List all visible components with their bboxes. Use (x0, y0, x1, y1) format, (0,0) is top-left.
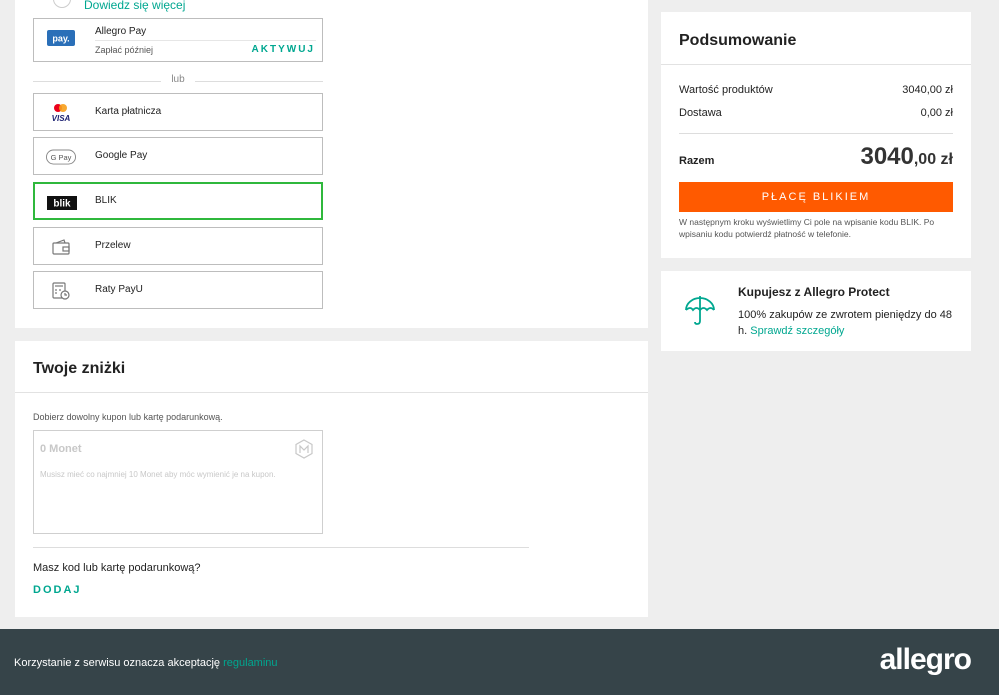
pay-with-blik-button[interactable]: PŁACĘ BLIKIEM (679, 182, 953, 212)
allegro-logo[interactable]: allegro (880, 643, 972, 677)
row-value: 0,00 zł (920, 107, 953, 119)
protect-card: Kupujesz z Allegro Protect 100% zakupów … (661, 271, 971, 351)
payment-option-card[interactable]: VISA Karta płatnicza (33, 93, 323, 131)
payment-option-label: BLIK (95, 195, 117, 206)
discounts-hint: Dobierz dowolny kupon lub kartę podarunk… (33, 412, 223, 422)
footer-text: Korzystanie z serwisu oznacza akceptację… (14, 657, 278, 669)
summary-title: Podsumowanie (679, 32, 797, 49)
or-separator: lub (33, 74, 323, 88)
row-label: Wartość produktów (679, 84, 773, 96)
svg-text:G Pay: G Pay (51, 153, 72, 162)
coupon-desc: Musisz mieć co najmniej 10 Monet aby móc… (40, 470, 276, 479)
divider (679, 133, 953, 134)
monety-coupon: 0 Monet Musisz mieć co najmniej 10 Monet… (33, 430, 323, 534)
payment-option-transfer[interactable]: Przelew (33, 227, 323, 265)
discounts-card: Twoje zniżki Dobierz dowolny kupon lub k… (15, 341, 648, 617)
mastercard-visa-icon: VISA (46, 104, 76, 123)
protect-details-link[interactable]: Sprawdź szczegóły (750, 325, 844, 337)
coupon-amount: 0 Monet (40, 443, 82, 455)
or-label: lub (171, 74, 185, 85)
footer-text-label: Korzystanie z serwisu oznacza akceptację (14, 657, 221, 669)
wallet-icon (46, 238, 76, 256)
divider (33, 547, 529, 548)
summary-card: Podsumowanie Wartość produktów 3040,00 z… (661, 12, 971, 258)
footer: Korzystanie z serwisu oznacza akceptację… (0, 629, 999, 695)
divider (661, 64, 971, 65)
terms-link[interactable]: regulaminu (223, 657, 277, 669)
row-label: Dostawa (679, 107, 722, 119)
payment-option-label: Google Pay (95, 150, 148, 161)
add-code-button[interactable]: DODAJ (33, 584, 82, 596)
payment-option-google-pay[interactable]: G Pay Google Pay (33, 137, 323, 175)
total-label: Razem (679, 155, 715, 167)
summary-row-products: Wartość produktów 3040,00 zł (679, 84, 953, 96)
payment-option-label: Karta płatnicza (95, 106, 162, 117)
google-pay-icon: G Pay (46, 148, 76, 166)
total-decimal: ,00 zł (913, 151, 953, 168)
gift-code-question: Masz kod lub kartę podarunkową? (33, 562, 201, 574)
row-value: 3040,00 zł (902, 84, 953, 96)
umbrella-icon (683, 293, 717, 327)
divider (95, 40, 316, 41)
payment-methods-card: Dowiedz się więcej pay. Allegro Pay Zapł… (15, 0, 648, 328)
allegro-pay-sub: Zapłać później (95, 45, 154, 55)
svg-text:VISA: VISA (52, 114, 71, 123)
divider (15, 392, 648, 393)
allegro-pay-icon: pay. (46, 29, 76, 47)
payment-option-installments[interactable]: Raty PayU (33, 271, 323, 309)
radio-circle-icon[interactable] (53, 0, 71, 8)
calculator-icon (46, 282, 76, 300)
discounts-title: Twoje zniżki (33, 360, 126, 377)
protect-desc: 100% zakupów ze zwrotem pieniędzy do 48 … (738, 307, 958, 339)
summary-row-delivery: Dostawa 0,00 zł (679, 107, 953, 119)
learn-more-link[interactable]: Dowiedz się więcej (84, 0, 185, 12)
protect-title: Kupujesz z Allegro Protect (738, 285, 890, 299)
svg-text:blik: blik (53, 199, 71, 210)
allegro-pay-option[interactable]: pay. Allegro Pay Zapłać później AKTYWUJ (33, 18, 323, 62)
allegro-pay-label: Allegro Pay (95, 26, 147, 37)
activate-link[interactable]: AKTYWUJ (252, 44, 315, 55)
payment-option-label: Przelew (95, 240, 131, 251)
blik-icon: blik (47, 194, 77, 212)
monety-icon (294, 439, 314, 459)
total-main: 3040 (860, 143, 914, 170)
payment-option-label: Raty PayU (95, 284, 143, 295)
total-value: 3040,00 zł (860, 143, 953, 171)
svg-text:pay.: pay. (52, 34, 69, 44)
payment-option-blik[interactable]: blik BLIK (33, 182, 323, 220)
blik-note: W następnym kroku wyświetlimy Ci pole na… (679, 217, 935, 239)
